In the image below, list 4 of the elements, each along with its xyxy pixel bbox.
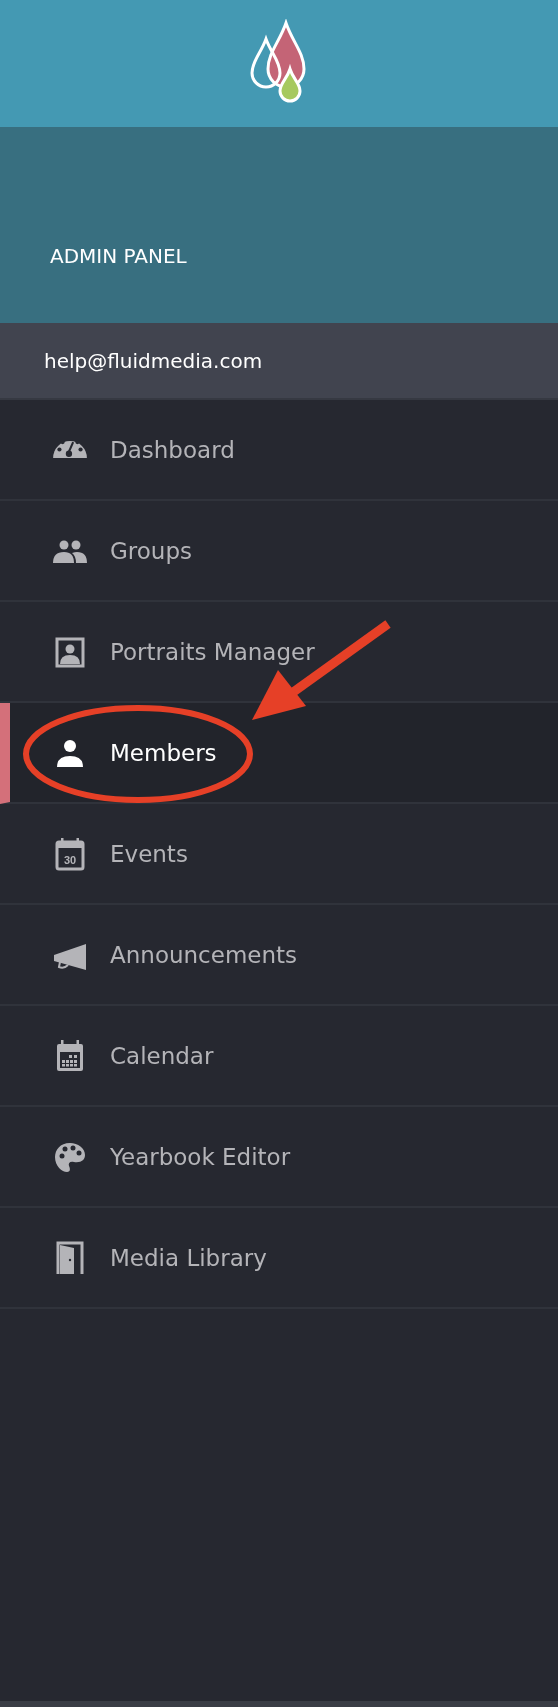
menu-item[interactable]: Members: [0, 703, 558, 804]
account-email: help@fluidmedia.com: [44, 348, 263, 373]
gauge-icon: [52, 440, 88, 459]
panel-title: ADMIN PANEL: [50, 244, 187, 268]
